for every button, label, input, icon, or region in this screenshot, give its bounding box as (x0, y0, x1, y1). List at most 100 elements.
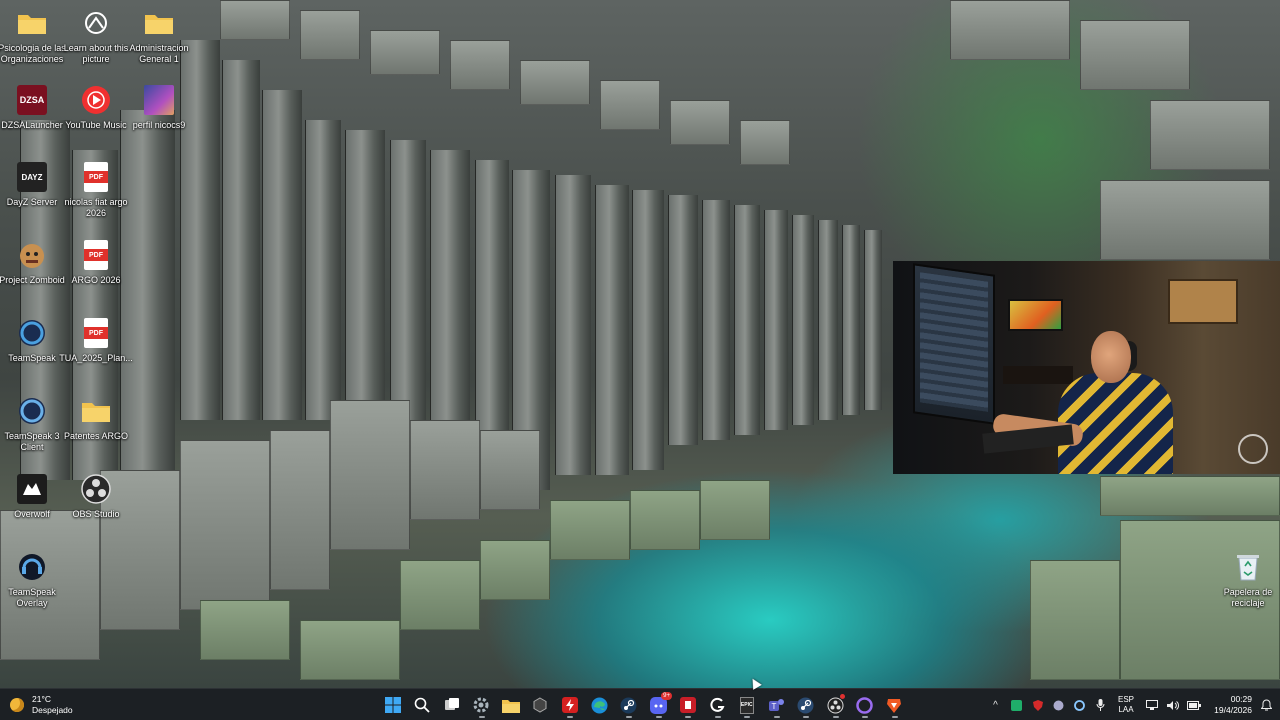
g-app-button[interactable] (703, 691, 733, 719)
steam-icon (620, 697, 637, 713)
obs-button[interactable] (821, 691, 851, 719)
lang-line1: ESP (1117, 695, 1134, 704)
epic-label: EPIC (740, 702, 753, 708)
icon-label: Patentes ARGO (63, 431, 129, 441)
icon-label: perfil nicocs9 (132, 120, 186, 130)
obs-icon (79, 472, 113, 506)
task-view-icon (444, 698, 459, 710)
icon-label: ARGO 2026 (71, 275, 121, 285)
steam-icon (1053, 700, 1064, 710)
language-indicator[interactable]: ESP LAA (1111, 695, 1141, 715)
taskbar-apps: 9+ EPIC T (378, 691, 909, 719)
desktop-icon-argo-2026-pdf[interactable]: PDF ARGO 2026 (58, 238, 134, 286)
lang-line2: LAA (1118, 705, 1134, 714)
tray-network[interactable] (1141, 691, 1162, 719)
shield-icon (1032, 699, 1043, 711)
red-app-icon (679, 697, 696, 713)
svg-text:T: T (771, 702, 776, 711)
icon-label: Administracion General 1 (129, 43, 189, 64)
dayz-icon: DAYZ (15, 160, 49, 194)
profile-image-icon (142, 83, 176, 117)
moon-icon (10, 698, 24, 712)
folder-icon (79, 394, 113, 428)
teams-icon: T (768, 698, 784, 711)
epic-games-button[interactable]: EPIC (732, 691, 762, 719)
teamspeak-icon (15, 316, 49, 350)
tray-microphone[interactable] (1090, 691, 1111, 719)
desktop-icon-nicolas-fiat-argo-pdf[interactable]: PDF nicolas fiat argo 2026 (58, 160, 134, 219)
folder-icon (142, 6, 176, 40)
steam-button-2[interactable] (791, 691, 821, 719)
brave-button[interactable] (880, 691, 910, 719)
settings-button[interactable] (467, 691, 497, 719)
cube-app-icon (533, 697, 547, 713)
recycle-bin-icon (1231, 550, 1265, 584)
icon-label: nicolas fiat argo 2026 (64, 197, 128, 218)
file-explorer-button[interactable] (496, 691, 526, 719)
pdf-badge: PDF (84, 171, 108, 183)
file-explorer-icon (501, 699, 520, 713)
weather-desc: Despejado (32, 705, 73, 715)
clock[interactable]: 00:29 19/4/2026 (1204, 694, 1258, 716)
epic-games-icon: EPIC (739, 696, 754, 714)
discord-button[interactable]: 9+ (644, 691, 674, 719)
pdf-badge: PDF (84, 327, 108, 339)
windows-start-icon (384, 697, 401, 713)
purple-ring-app-button[interactable] (850, 691, 880, 719)
shield-check-icon (1011, 699, 1022, 711)
icon-label: Papelera de reciclaje (1223, 587, 1273, 608)
notification-button[interactable] (1258, 691, 1274, 719)
search-icon (414, 697, 430, 713)
settings-icon (473, 697, 489, 713)
g-app-icon (710, 697, 725, 712)
steam-button[interactable] (614, 691, 644, 719)
dzsa-launcher-icon: DZSA (15, 83, 49, 117)
tray-app-red-shield[interactable] (1027, 691, 1048, 719)
red-bolt-app-button[interactable] (555, 691, 585, 719)
tray-app-steam[interactable] (1048, 691, 1069, 719)
teamspeak-icon (1074, 699, 1085, 711)
tray-overflow-chevron[interactable]: ^ (985, 691, 1006, 719)
pdf-icon: PDF (79, 316, 113, 350)
red-bolt-app-icon (561, 697, 578, 713)
search-button[interactable] (408, 691, 438, 719)
taskbar: 21°C Despejado 9+ EPIC T ^ ESP LAA 00:29… (0, 688, 1280, 720)
start-button[interactable] (378, 691, 408, 719)
clock-date: 19/4/2026 (1214, 705, 1252, 715)
cube-app-button[interactable] (526, 691, 556, 719)
desktop-icon-administracion-folder[interactable]: Administracion General 1 (121, 6, 197, 65)
dzsa-badge: DZSA (17, 85, 47, 115)
overwolf-icon (15, 472, 49, 506)
youtube-music-icon (79, 83, 113, 117)
weather-temp: 21°C (32, 694, 51, 704)
edge-button[interactable] (585, 691, 615, 719)
desktop-icon-tua-2025-pdf[interactable]: PDF TUA_2025_Plan... (58, 316, 134, 364)
tray-app-teamspeak[interactable] (1069, 691, 1090, 719)
desktop-icon-teamspeak-overlay[interactable]: TeamSpeak Overlay (0, 550, 70, 609)
dayz-badge: DAYZ (17, 162, 47, 192)
red-app-button[interactable] (673, 691, 703, 719)
project-zomboid-icon (15, 238, 49, 272)
pdf-icon: PDF (79, 238, 113, 272)
pdf-icon: PDF (79, 160, 113, 194)
battery-icon (1186, 700, 1201, 710)
desktop-icon-perfil-nicocs9[interactable]: perfil nicocs9 (121, 83, 197, 131)
icon-label: TUA_2025_Plan... (59, 353, 133, 363)
tray-volume[interactable] (1162, 691, 1183, 719)
desktop-icon-recycle-bin[interactable]: Papelera de reciclaje (1210, 550, 1280, 609)
brave-icon (887, 698, 902, 713)
volume-icon (1166, 700, 1179, 710)
tray-app-green[interactable] (1006, 691, 1027, 719)
weather-widget[interactable]: 21°C Despejado (10, 692, 73, 718)
teamspeak-overlay-icon (15, 550, 49, 584)
desktop-icon-patentes-argo-folder[interactable]: Patentes ARGO (58, 394, 134, 442)
purple-ring-app-icon (856, 696, 873, 714)
pdf-badge: PDF (84, 249, 108, 261)
tray-battery[interactable] (1183, 691, 1204, 719)
teams-button[interactable]: T (762, 691, 792, 719)
notification-bell-icon (1260, 699, 1272, 711)
folder-icon (15, 6, 49, 40)
steam-icon (797, 697, 814, 713)
task-view-button[interactable] (437, 691, 467, 719)
desktop-icon-obs-studio[interactable]: OBS Studio (58, 472, 134, 520)
